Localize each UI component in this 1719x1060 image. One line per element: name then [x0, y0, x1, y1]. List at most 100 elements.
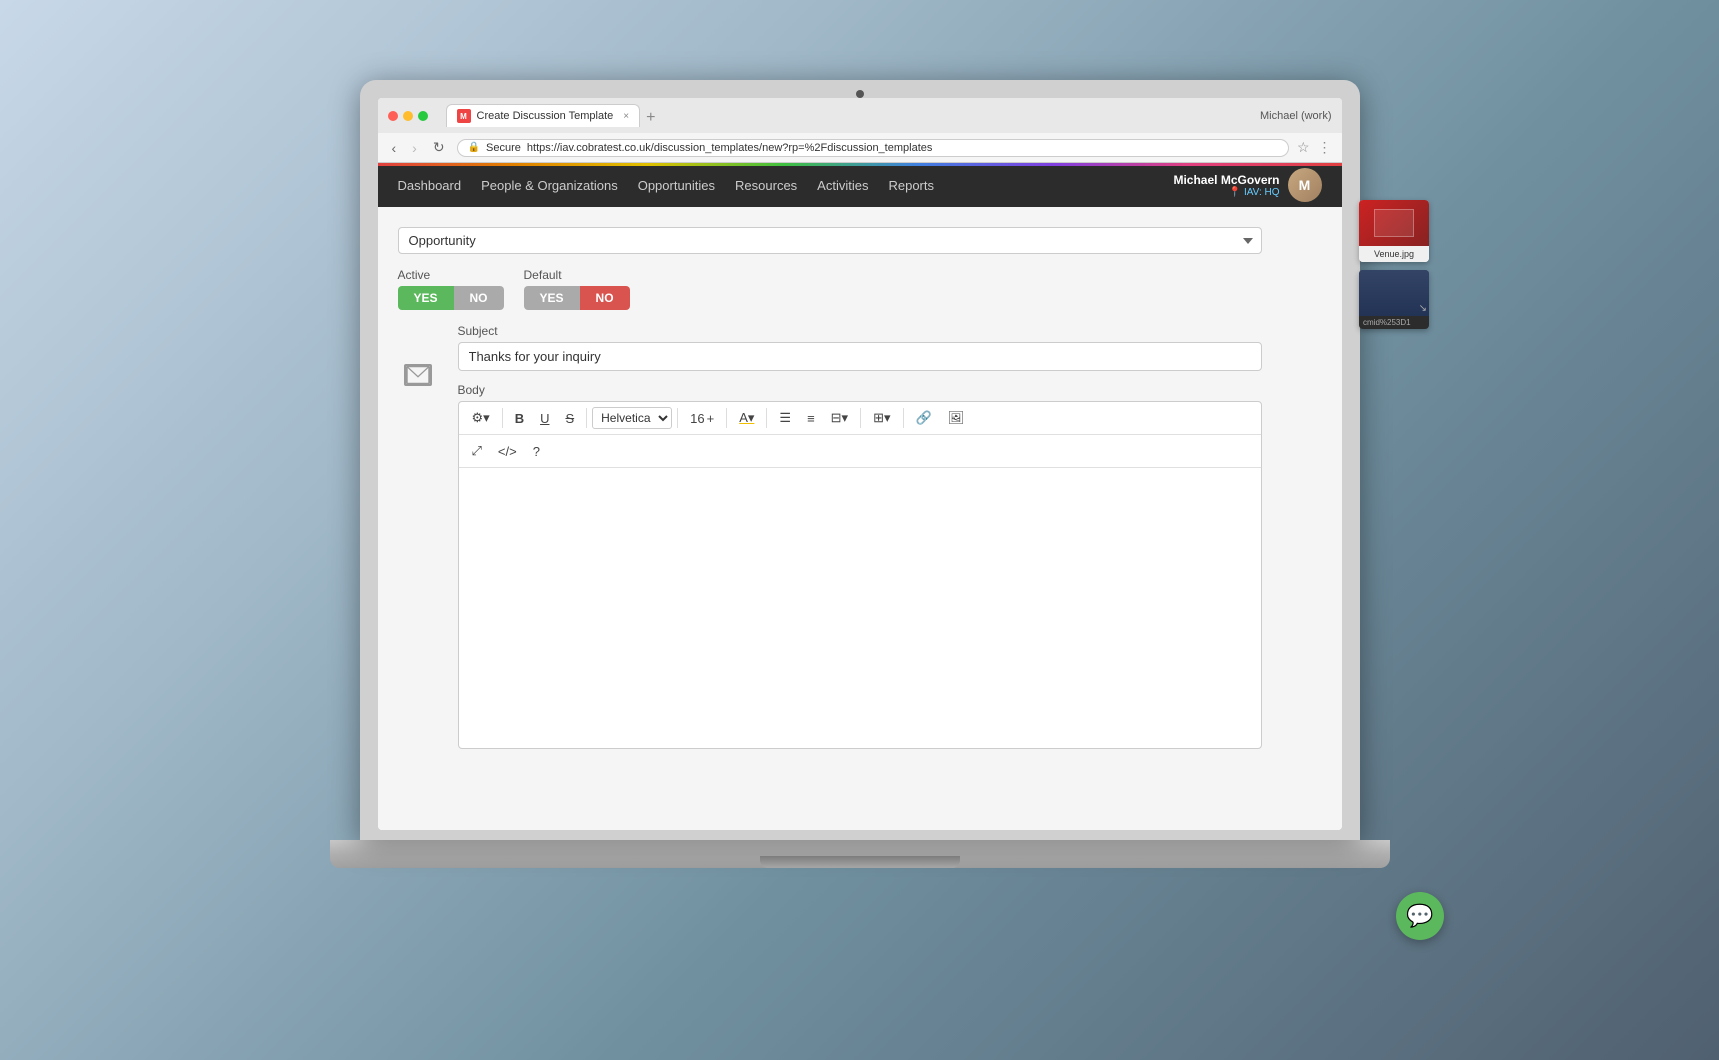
- editor-toolbar: ⚙▾ B U S Helvetica: [459, 402, 1261, 435]
- nav-user: Michael McGovern 📍 IAV: HQ M: [1173, 168, 1321, 202]
- arrow-icon: ↘: [1419, 303, 1427, 314]
- separator-5: [766, 408, 767, 428]
- address-bar[interactable]: 🔒 Secure https://iav.cobratest.co.uk/dis…: [457, 139, 1289, 157]
- new-tab-button[interactable]: +: [642, 109, 659, 127]
- tab-close-btn[interactable]: ×: [623, 111, 629, 122]
- venue-thumbnail-label: Venue.jpg: [1359, 246, 1429, 262]
- laptop-camera: [856, 90, 864, 98]
- laptop-hinge: [760, 856, 960, 868]
- user-info: Michael McGovern 📍 IAV: HQ: [1173, 173, 1279, 198]
- separator-1: [502, 408, 503, 428]
- forward-button[interactable]: ›: [408, 138, 421, 158]
- body-editor-container: ⚙▾ B U S Helvetica: [458, 401, 1262, 749]
- link-btn[interactable]: 🔗: [909, 406, 939, 430]
- secure-icon: 🔒: [468, 142, 480, 153]
- separator-4: [726, 408, 727, 428]
- form-area: Opportunity Active YES NO: [378, 207, 1342, 769]
- brand-color-bar: [378, 163, 1342, 166]
- traffic-lights: [388, 111, 428, 121]
- venue-thumbnail-image: [1359, 200, 1429, 246]
- reload-button[interactable]: ↻: [429, 137, 449, 158]
- mail-icon-area: [398, 324, 438, 386]
- venue-thumbnail[interactable]: Venue.jpg: [1359, 200, 1429, 262]
- separator-2: [586, 408, 587, 428]
- chat-float-button[interactable]: 💬: [1396, 892, 1444, 940]
- sidebar-item-people-organizations[interactable]: People & Organizations: [481, 174, 618, 197]
- sidebar-item-reports[interactable]: Reports: [888, 174, 934, 197]
- side-panel: Venue.jpg ↘ cmid%253D1: [1359, 200, 1429, 329]
- nav-links: Dashboard People & Organizations Opportu…: [398, 174, 1174, 197]
- tab-favicon: M: [457, 109, 471, 123]
- chat-icon: 💬: [1406, 903, 1433, 929]
- tab-label: Create Discussion Template: [477, 110, 614, 122]
- active-label: Active: [398, 268, 504, 282]
- body-label: Body: [458, 383, 1262, 397]
- other-thumbnail[interactable]: ↘ cmid%253D1: [1359, 270, 1429, 329]
- underline-btn[interactable]: U: [533, 407, 556, 430]
- bold-btn[interactable]: B: [508, 407, 531, 430]
- user-name: Michael McGovern: [1173, 173, 1279, 187]
- subject-field-group: Subject: [458, 324, 1262, 371]
- active-field-group: Active YES NO: [398, 268, 504, 310]
- default-field-group: Default YES NO: [524, 268, 630, 310]
- sidebar-item-dashboard[interactable]: Dashboard: [398, 174, 462, 197]
- font-family-select[interactable]: Helvetica: [592, 407, 672, 429]
- browser-tabs: M Create Discussion Template × +: [446, 104, 660, 127]
- ordered-list-btn[interactable]: ≡: [800, 407, 822, 430]
- type-dropdown[interactable]: Opportunity: [398, 227, 1262, 254]
- active-no-button[interactable]: NO: [454, 286, 504, 310]
- active-toggle-group: YES NO: [398, 286, 504, 310]
- editor-body[interactable]: [459, 468, 1261, 748]
- toggle-row: Active YES NO Default YES NO: [398, 268, 1262, 310]
- code-btn[interactable]: </>: [491, 439, 524, 463]
- user-profile-label: Michael (work): [1260, 110, 1332, 122]
- subject-input[interactable]: [458, 342, 1262, 371]
- separator-3: [677, 408, 678, 428]
- default-no-button[interactable]: NO: [580, 286, 630, 310]
- other-thumbnail-image: ↘: [1359, 270, 1429, 316]
- mail-icon: [404, 364, 432, 386]
- back-button[interactable]: ‹: [388, 138, 401, 158]
- form-fields: Subject Body ⚙▾ B U: [458, 324, 1262, 749]
- url-text: https://iav.cobratest.co.uk/discussion_t…: [527, 142, 932, 154]
- strikethrough-btn[interactable]: S: [558, 407, 581, 430]
- browser-menu-button[interactable]: ⋮: [1318, 139, 1332, 156]
- align-btn[interactable]: ⊟▾: [824, 406, 855, 430]
- app-navbar: Dashboard People & Organizations Opportu…: [378, 163, 1342, 207]
- message-form-row: Subject Body ⚙▾ B U: [398, 324, 1262, 749]
- separator-7: [903, 408, 904, 428]
- avatar[interactable]: M: [1288, 168, 1322, 202]
- body-field-group: Body ⚙▾ B U S: [458, 383, 1262, 749]
- main-content: Opportunity Active YES NO: [378, 207, 1342, 830]
- help-btn[interactable]: ?: [526, 439, 547, 463]
- laptop-base: [330, 840, 1390, 868]
- active-tab[interactable]: M Create Discussion Template ×: [446, 104, 641, 127]
- minimize-traffic-light[interactable]: [403, 111, 413, 121]
- secure-label: Secure: [486, 142, 521, 154]
- other-thumbnail-label: cmid%253D1: [1359, 316, 1429, 329]
- magic-btn[interactable]: ⚙▾: [465, 406, 497, 430]
- browser-titlebar: M Create Discussion Template × + Michael…: [378, 98, 1342, 133]
- separator-6: [860, 408, 861, 428]
- browser-chrome: M Create Discussion Template × + Michael…: [378, 98, 1342, 163]
- font-size-btn[interactable]: 16+: [683, 407, 721, 430]
- active-yes-button[interactable]: YES: [398, 286, 454, 310]
- table-btn[interactable]: ⊞▾: [866, 406, 897, 430]
- sidebar-item-opportunities[interactable]: Opportunities: [638, 174, 715, 197]
- default-yes-button[interactable]: YES: [524, 286, 580, 310]
- sidebar-item-resources[interactable]: Resources: [735, 174, 797, 197]
- default-toggle-group: YES NO: [524, 286, 630, 310]
- user-location: 📍 IAV: HQ: [1229, 187, 1280, 198]
- bookmark-button[interactable]: ☆: [1297, 139, 1310, 156]
- image-btn[interactable]: 🖼: [941, 406, 972, 430]
- expand-btn[interactable]: ⤢: [465, 439, 489, 463]
- subject-label: Subject: [458, 324, 1262, 338]
- unordered-list-btn[interactable]: ☰: [772, 406, 798, 430]
- close-traffic-light[interactable]: [388, 111, 398, 121]
- browser-addressbar: ‹ › ↻ 🔒 Secure https://iav.cobratest.co.…: [378, 133, 1342, 162]
- editor-toolbar-row2: ⤢ </> ?: [459, 435, 1261, 468]
- sidebar-item-activities[interactable]: Activities: [817, 174, 868, 197]
- font-color-btn[interactable]: A▾: [732, 406, 761, 430]
- type-field-group: Opportunity: [398, 227, 1262, 254]
- maximize-traffic-light[interactable]: [418, 111, 428, 121]
